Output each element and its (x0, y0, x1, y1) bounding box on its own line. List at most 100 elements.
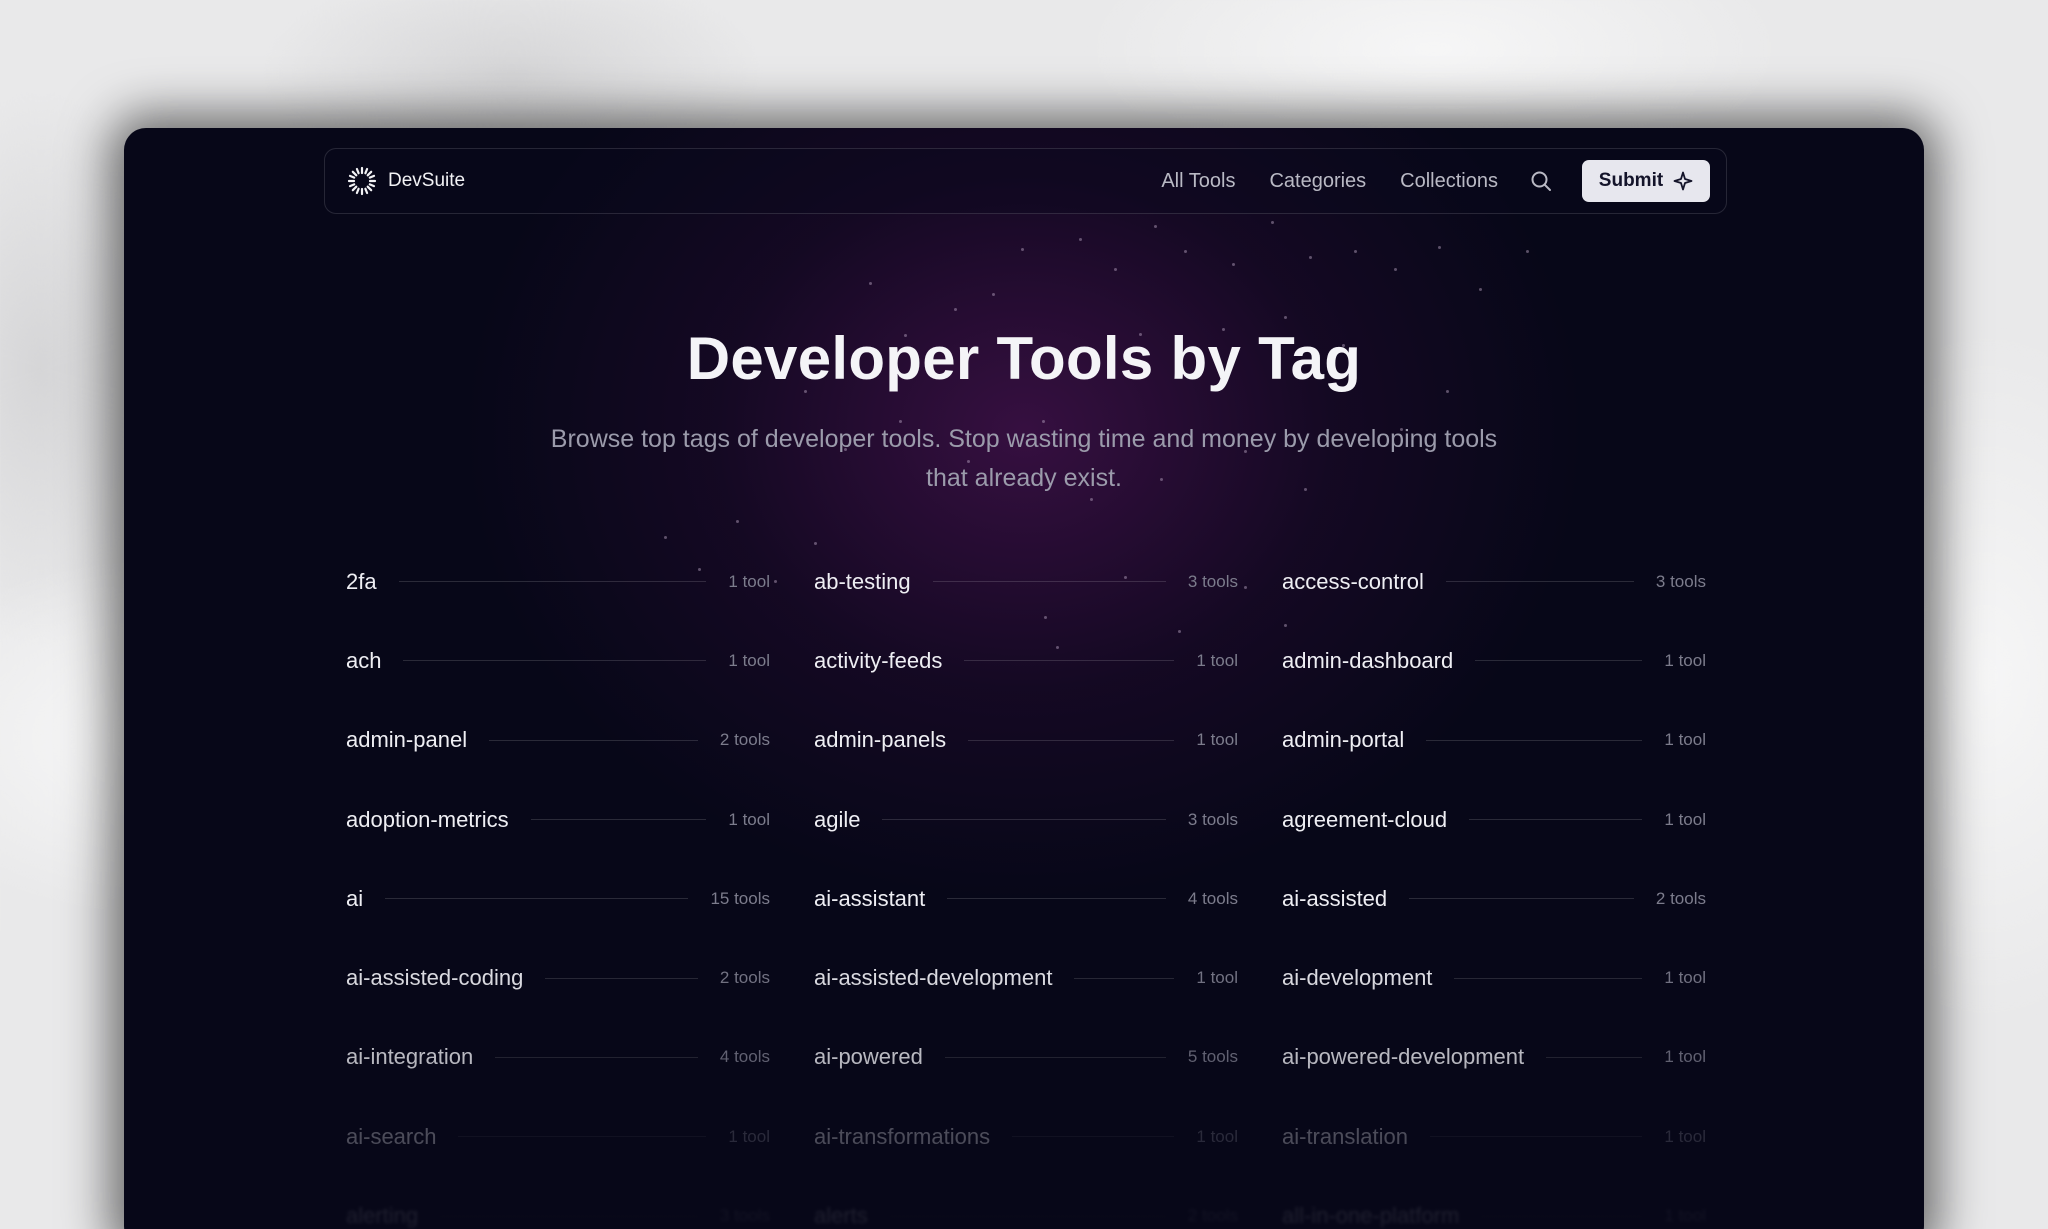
tag-count: 1 tool (1196, 650, 1238, 670)
tag-item[interactable]: ach 1 tool (346, 621, 770, 700)
brand-home-link[interactable]: DevSuite (347, 166, 465, 196)
tag-name: alerting (346, 1203, 419, 1229)
nav-link-categories[interactable]: Categories (1269, 170, 1366, 193)
tag-item[interactable]: 2fa 1 tool (346, 542, 770, 621)
tag-item[interactable]: ai-powered-development 1 tool (1282, 1018, 1706, 1097)
tag-item[interactable]: all-in-one-platform 1 tool (1282, 1176, 1706, 1229)
tag-item[interactable]: ai-assisted-coding 2 tools (346, 938, 770, 1017)
tag-count: 1 tool (1664, 730, 1706, 750)
divider-line (1445, 581, 1634, 583)
tag-count: 1 tool (1196, 968, 1238, 988)
tag-name: access-control (1282, 568, 1424, 594)
tag-item[interactable]: admin-portal 1 tool (1282, 701, 1706, 780)
divider-line (1469, 819, 1643, 821)
submit-label: Submit (1598, 170, 1664, 191)
tag-name: activity-feeds (814, 647, 943, 673)
tag-item[interactable]: agile 3 tools (814, 780, 1238, 859)
tag-count: 1 tool (1664, 1126, 1706, 1146)
divider-line (890, 1216, 1166, 1217)
tag-item[interactable]: alerts 2 tools (814, 1176, 1238, 1229)
tag-count: 1 tool (728, 650, 770, 670)
tag-count: 5 tools (1187, 1047, 1238, 1067)
tag-count: 1 tool (728, 571, 770, 591)
divider-line (1481, 1216, 1642, 1217)
tag-item[interactable]: ai-translation 1 tool (1282, 1097, 1706, 1176)
tag-item[interactable]: ai-search 1 tool (346, 1097, 770, 1176)
tag-item[interactable]: adoption-metrics 1 tool (346, 780, 770, 859)
tag-name: ai-translation (1282, 1123, 1408, 1149)
nav-link-all-tools[interactable]: All Tools (1161, 170, 1235, 193)
tag-count: 2 tools (1187, 1206, 1238, 1226)
tag-item[interactable]: ai-assisted 2 tools (1282, 859, 1706, 938)
tag-count: 1 tool (728, 1126, 770, 1146)
nav-links: All Tools Categories Collections (1161, 170, 1498, 193)
divider-line (1012, 1136, 1175, 1138)
tag-name: ab-testing (814, 568, 911, 594)
tag-name: admin-dashboard (1282, 647, 1454, 673)
divider-line (398, 581, 707, 583)
tag-count: 3 tools (719, 1206, 770, 1226)
divider-line (530, 819, 707, 821)
tag-name: agreement-cloud (1282, 806, 1448, 832)
divider-line (932, 581, 1166, 583)
tag-count: 1 tool (728, 809, 770, 829)
submit-button[interactable]: Submit (1582, 160, 1710, 202)
divider-line (1074, 977, 1175, 979)
tag-item[interactable]: alerting 3 tools (346, 1176, 770, 1229)
tag-item[interactable]: ai-development 1 tool (1282, 938, 1706, 1017)
tag-item[interactable]: admin-panels 1 tool (814, 701, 1238, 780)
tag-count: 4 tools (1187, 888, 1238, 908)
divider-line (440, 1216, 698, 1217)
divider-line (385, 898, 689, 900)
tag-count: 2 tools (719, 730, 770, 750)
search-button[interactable] (1528, 168, 1554, 194)
tag-name: ai-assisted (1282, 885, 1388, 911)
tag-item[interactable]: ai-transformations 1 tool (814, 1097, 1238, 1176)
tag-name: ai-assisted-coding (346, 965, 524, 991)
tag-name: ai (346, 885, 364, 911)
sunburst-logo-icon (347, 166, 377, 196)
tag-name: ai-integration (346, 1044, 474, 1070)
tag-count: 1 tool (1196, 1126, 1238, 1146)
tag-item[interactable]: ab-testing 3 tools (814, 542, 1238, 621)
tag-count: 1 tool (1664, 809, 1706, 829)
tag-name: admin-portal (1282, 727, 1405, 753)
divider-line (1426, 739, 1643, 741)
tag-item[interactable]: admin-dashboard 1 tool (1282, 621, 1706, 700)
tag-name: admin-panels (814, 727, 947, 753)
tag-name: ai-transformations (814, 1123, 991, 1149)
tag-count: 1 tool (1664, 968, 1706, 988)
tag-name: ai-powered-development (1282, 1044, 1525, 1070)
divider-line (1454, 977, 1643, 979)
tag-count: 1 tool (1196, 730, 1238, 750)
nav-link-collections[interactable]: Collections (1400, 170, 1498, 193)
tag-item[interactable]: ai-assisted-development 1 tool (814, 938, 1238, 1017)
tag-item[interactable]: ai-powered 5 tools (814, 1018, 1238, 1097)
tag-count: 3 tools (1655, 571, 1706, 591)
tag-count: 1 tool (1664, 650, 1706, 670)
page-title: Developer Tools by Tag (686, 325, 1362, 392)
top-navbar: DevSuite All Tools Categories Collection… (324, 148, 1727, 214)
tag-item[interactable]: access-control 3 tools (1282, 542, 1706, 621)
app-window: DevSuite All Tools Categories Collection… (124, 128, 1924, 1229)
tag-item[interactable]: activity-feeds 1 tool (814, 621, 1238, 700)
tag-item[interactable]: agreement-cloud 1 tool (1282, 780, 1706, 859)
tag-name: ai-assisted-development (814, 965, 1053, 991)
brand-name: DevSuite (388, 170, 466, 191)
divider-line (489, 739, 698, 741)
tag-count: 2 tools (719, 968, 770, 988)
tag-item[interactable]: ai-integration 4 tools (346, 1018, 770, 1097)
page-subtitle: Browse top tags of developer tools. Stop… (550, 425, 1498, 492)
tag-name: ai-search (346, 1123, 437, 1149)
tag-name: ai-assistant (814, 885, 926, 911)
tag-count: 1 tool (1664, 1047, 1706, 1067)
divider-line (458, 1136, 707, 1138)
divider-line (545, 977, 698, 979)
divider-line (1429, 1136, 1643, 1138)
tag-item[interactable]: ai 15 tools (346, 859, 770, 938)
tag-name: ai-powered (814, 1044, 923, 1070)
tag-item[interactable]: ai-assistant 4 tools (814, 859, 1238, 938)
tag-name: 2fa (346, 568, 377, 594)
tag-item[interactable]: admin-panel 2 tools (346, 701, 770, 780)
sparkle-icon (1673, 171, 1693, 191)
